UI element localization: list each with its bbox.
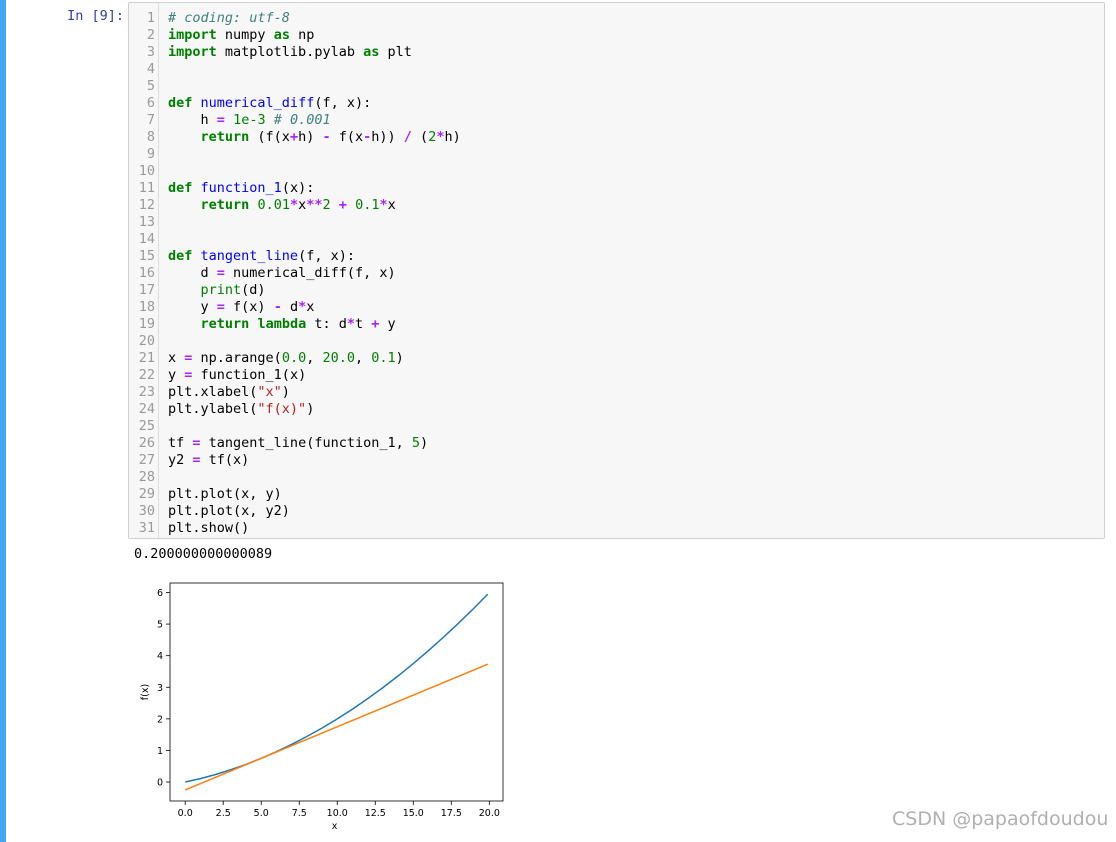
line-number: 12 <box>138 197 155 213</box>
code-editor[interactable]: 1 # coding: utf-8 2 import numpy as np 3 impo… <box>128 2 1105 539</box>
line-number: 5 <box>146 78 155 94</box>
x-tick-label: 17.5 <box>441 808 462 819</box>
line-number: 26 <box>138 435 155 451</box>
line-number: 17 <box>138 282 155 298</box>
cell-selected-bar <box>0 0 6 842</box>
code-text: y2 = tf(x) <box>168 452 250 468</box>
y-tick-label: 5 <box>157 620 163 631</box>
input-prompt: In [9]: <box>67 8 124 24</box>
code-text: y = f(x) - d*x <box>168 299 315 315</box>
output-chart: 0.0 2.5 5.0 7.5 10.0 12.5 15.0 17.5 20.0 0 1 2 3 4 5 6 x… <box>128 574 508 836</box>
x-tick-label: 10.0 <box>327 808 348 819</box>
code-text: return 0.01*x**2 + 0.1*x <box>200 197 396 213</box>
x-tick-label: 20.0 <box>479 808 500 819</box>
line-number: 11 <box>138 180 155 196</box>
line-number: 25 <box>138 418 155 434</box>
y-tick-label: 6 <box>157 588 163 599</box>
chart-background <box>128 574 508 836</box>
code-text: return (f(x+h) - f(x-h)) / (2*h) <box>200 129 461 145</box>
x-tick-label: 5.0 <box>254 808 269 819</box>
code-text: import matplotlib.pylab as plt <box>168 44 412 60</box>
watermark: CSDN @papaofdoudou <box>892 808 1109 830</box>
x-tick-label: 15.0 <box>403 808 424 819</box>
y-axis-label: f(x) <box>140 684 151 700</box>
line-number: 22 <box>138 367 155 383</box>
code-text: tf = tangent_line(function_1, 5) <box>168 435 429 451</box>
code-text: return lambda t: d*t + y <box>200 316 396 332</box>
line-number: 13 <box>138 214 155 230</box>
code-text: import numpy as np <box>168 27 315 43</box>
line-number: 30 <box>138 503 155 519</box>
line-number: 14 <box>138 231 155 247</box>
line-number: 18 <box>138 299 155 315</box>
line-number: 7 <box>146 112 155 128</box>
line-number: 8 <box>146 129 155 145</box>
line-number: 19 <box>138 316 155 332</box>
line-number: 9 <box>146 146 155 162</box>
y-tick-label: 4 <box>157 651 163 662</box>
line-number: 3 <box>146 44 155 60</box>
line-number: 6 <box>146 95 155 111</box>
y-tick-label: 2 <box>157 714 163 725</box>
code-text: def function_1(x): <box>168 180 315 196</box>
code-text: y = function_1(x) <box>168 367 307 383</box>
code-text: plt.plot(x, y2) <box>168 503 290 519</box>
x-tick-label: 2.5 <box>216 808 231 819</box>
line-number: 29 <box>138 486 155 502</box>
code-text: # coding: utf-8 <box>168 10 290 26</box>
line-number: 28 <box>138 469 155 485</box>
line-number: 23 <box>138 384 155 400</box>
y-tick-label: 0 <box>157 778 163 789</box>
y-tick-label: 1 <box>157 746 163 757</box>
line-number: 15 <box>138 248 155 264</box>
output-text: 0.200000000000089 <box>134 546 273 562</box>
line-number: 16 <box>138 265 155 281</box>
code-text: print(d) <box>200 282 266 298</box>
code-text: def numerical_diff(f, x): <box>168 95 372 111</box>
code-text: plt.show() <box>168 520 250 536</box>
line-number: 27 <box>138 452 155 468</box>
line-number: 31 <box>138 520 155 536</box>
code-text: x = np.arange(0.0, 20.0, 0.1) <box>168 350 404 366</box>
x-tick-label: 0.0 <box>178 808 193 819</box>
code-text: plt.plot(x, y) <box>168 486 282 502</box>
line-number: 10 <box>138 163 155 179</box>
x-tick-label: 7.5 <box>292 808 307 819</box>
code-text: h = 1e-3 # 0.001 <box>168 112 331 128</box>
code-text: plt.ylabel("f(x)") <box>168 401 315 417</box>
x-tick-label: 12.5 <box>365 808 386 819</box>
line-number: 4 <box>146 61 155 77</box>
code-text: d = numerical_diff(f, x) <box>168 265 396 281</box>
code-text: plt.xlabel("x") <box>168 384 290 400</box>
line-number: 24 <box>138 401 155 417</box>
line-number: 1 <box>146 10 155 26</box>
line-number: 20 <box>138 333 155 349</box>
y-tick-label: 3 <box>157 683 163 694</box>
line-number: 2 <box>146 27 155 43</box>
x-axis-label: x <box>332 821 338 832</box>
code-text: def tangent_line(f, x): <box>168 248 355 264</box>
line-number: 21 <box>138 350 155 366</box>
